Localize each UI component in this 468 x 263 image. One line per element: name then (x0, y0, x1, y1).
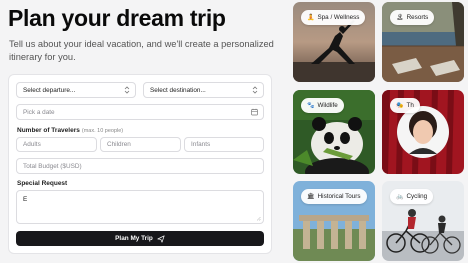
adults-placeholder: Adults (23, 141, 41, 148)
tile-historical-tours[interactable]: 🏛 Historical Tours (293, 181, 375, 261)
lotus-icon: 🧘 (307, 15, 315, 21)
plan-trip-button[interactable]: Plan My Trip (16, 231, 264, 246)
infants-placeholder: Infants (191, 141, 211, 148)
departure-select[interactable]: Select departure... (16, 82, 136, 98)
resort-icon: 🏝 (396, 15, 404, 21)
date-placeholder: Pick a date (23, 108, 55, 116)
tile-label: Cycling (406, 193, 428, 200)
chevron-updown-icon (124, 86, 130, 94)
tile-wildlife[interactable]: 🐾 Wildlife (293, 90, 375, 174)
tile-chip: 🎭 Th (390, 98, 420, 113)
budget-input[interactable]: Total Budget ($USD) (16, 158, 264, 174)
tile-chip: 🐾 Wildlife (301, 98, 344, 113)
destination-select[interactable]: Select destination... (143, 82, 264, 98)
monument-icon: 🏛 (307, 194, 315, 200)
calendar-icon (251, 108, 258, 116)
tile-label: Spa / Wellness (317, 14, 360, 21)
destination-select-value: Select destination... (150, 86, 206, 94)
tile-label: Historical Tours (317, 193, 361, 200)
children-placeholder: Children (107, 141, 131, 148)
resize-handle-icon[interactable] (256, 216, 261, 221)
children-input[interactable]: Children (100, 137, 181, 152)
page-title: Plan your dream trip (8, 5, 226, 31)
travelers-hint: (max. 10 people) (81, 128, 124, 134)
tile-cycling[interactable]: 🚲 Cycling (382, 181, 464, 261)
bike-icon: 🚲 (396, 194, 404, 200)
tile-chip: 🧘 Spa / Wellness (301, 10, 366, 25)
budget-placeholder: Total Budget ($USD) (23, 162, 82, 170)
paw-icon: 🐾 (307, 103, 315, 109)
tile-label: Th (406, 102, 414, 109)
send-icon (157, 234, 165, 243)
tile-spa-wellness[interactable]: 🧘 Spa / Wellness (293, 2, 375, 82)
special-request-textarea[interactable]: E (16, 190, 264, 224)
infants-input[interactable]: Infants (184, 137, 264, 152)
tile-chip: 🏛 Historical Tours (301, 189, 367, 204)
tile-theater[interactable]: 🎭 Th (382, 90, 464, 174)
trip-form-card: Select departure... Select destination..… (8, 74, 272, 254)
departure-select-value: Select departure... (23, 86, 76, 94)
special-request-value: E (23, 196, 28, 203)
tile-label: Resorts (406, 14, 429, 21)
date-picker[interactable]: Pick a date (16, 104, 264, 120)
page-subtitle: Tell us about your ideal vacation, and w… (9, 39, 274, 62)
tile-resorts[interactable]: 🏝 Resorts (382, 2, 464, 82)
tile-label: Wildlife (317, 102, 338, 109)
trip-planner-page: Plan your dream trip Tell us about your … (0, 0, 468, 263)
tile-chip: 🏝 Resorts (390, 10, 435, 25)
adults-input[interactable]: Adults (16, 137, 97, 152)
theater-icon: 🎭 (396, 103, 404, 109)
plan-trip-label: Plan My Trip (115, 235, 153, 242)
tile-chip: 🚲 Cycling (390, 189, 434, 204)
travelers-label: Number of Travelers (max. 10 people) (17, 127, 123, 134)
chevron-updown-icon (252, 86, 258, 94)
special-request-label: Special Request (17, 180, 68, 187)
travelers-label-text: Number of Travelers (17, 127, 80, 134)
